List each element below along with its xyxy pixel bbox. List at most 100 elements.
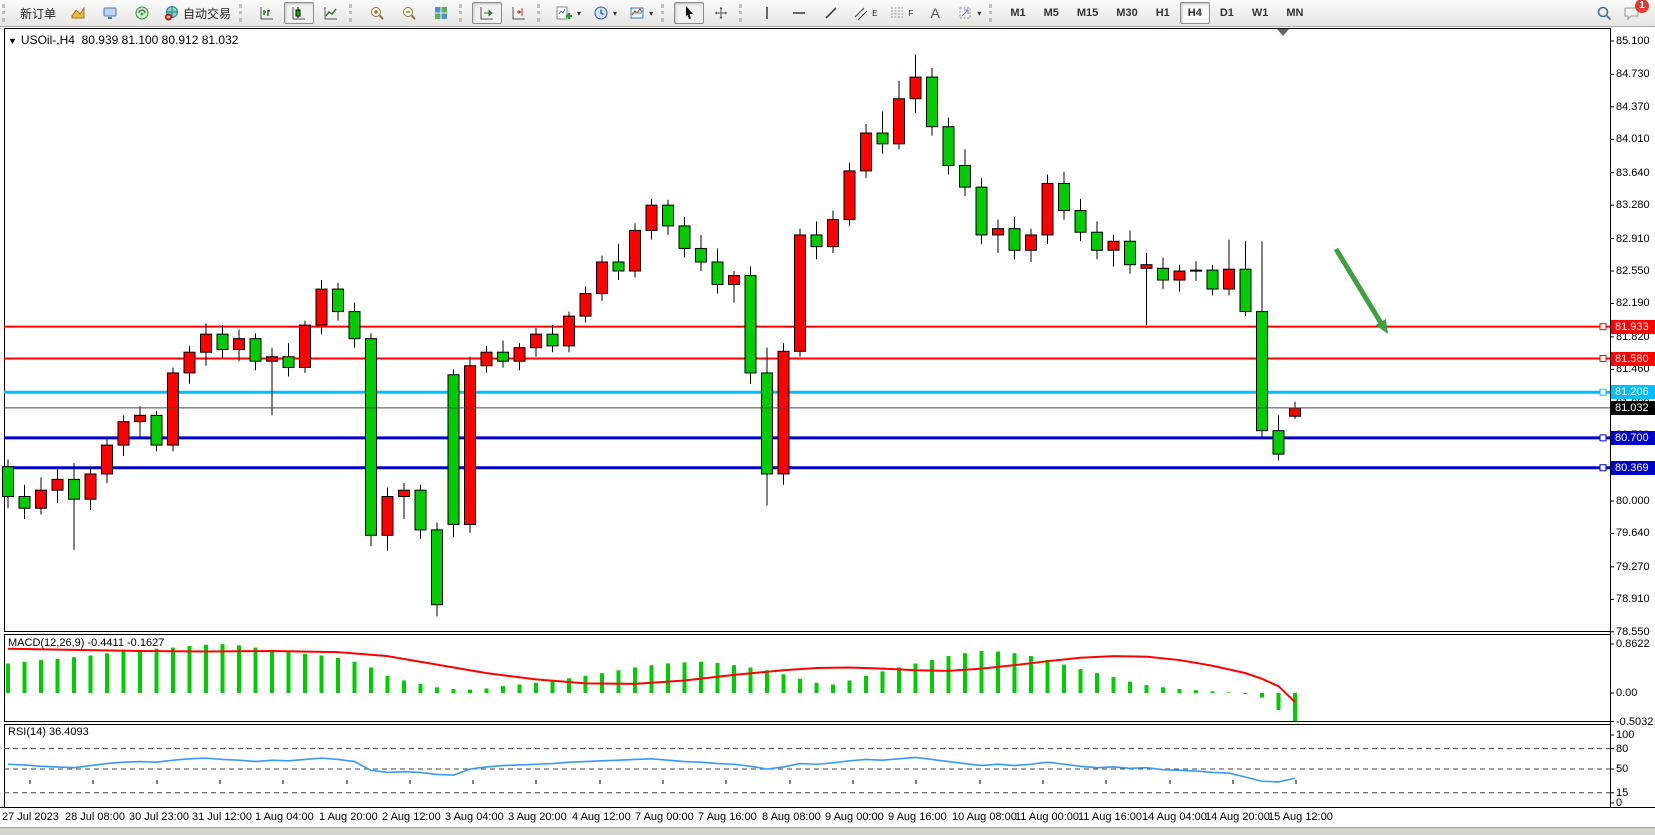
candle-body <box>531 334 542 348</box>
vertical-line-tool-button[interactable] <box>752 2 782 24</box>
candle-body <box>630 230 641 271</box>
crosshair-icon <box>713 5 729 21</box>
toolbar-grip <box>739 4 749 22</box>
candle-body <box>316 289 327 325</box>
time-axis-label: 15 Aug 12:00 <box>1268 811 1333 823</box>
indicators-button[interactable]: ▾ <box>550 2 586 24</box>
candle-body <box>877 133 888 144</box>
axis-tick-label: 82.190 <box>1616 297 1650 309</box>
timeframe-group: M1M5M15M30H1H4D1W1MN <box>1001 2 1312 24</box>
candle-body <box>564 316 575 346</box>
text-tool-icon: A <box>931 5 940 21</box>
price-level-label: 81.933 <box>1611 320 1655 334</box>
time-axis-label: 31 Jul 12:00 <box>192 811 252 823</box>
tile-windows-button[interactable] <box>426 2 456 24</box>
candle-body <box>1158 268 1169 280</box>
timeframe-mn-button[interactable]: MN <box>1278 2 1311 24</box>
auto-trading-icon <box>164 5 180 21</box>
candle-body <box>910 77 921 99</box>
timeframe-h1-button[interactable]: H1 <box>1148 2 1178 24</box>
crosshair-tool-button[interactable] <box>706 2 736 24</box>
candle-body <box>1257 312 1268 431</box>
toolbar-grip <box>349 4 359 22</box>
line-handle <box>1600 324 1606 330</box>
new-order-label: 新订单 <box>20 5 56 22</box>
periods-button[interactable]: ▾ <box>588 2 622 24</box>
candle-body <box>729 276 740 285</box>
rsi-label: RSI(14) 36.4093 <box>8 726 89 738</box>
symbol-label: USOil-,H4 <box>21 33 75 47</box>
trendline-tool-button[interactable] <box>816 2 846 24</box>
axis-tick-label: 100 <box>1616 729 1634 741</box>
timeframe-w1-button[interactable]: W1 <box>1244 2 1277 24</box>
timeframe-m15-button[interactable]: M15 <box>1069 2 1106 24</box>
zoom-out-button[interactable] <box>394 2 424 24</box>
market-watch-button[interactable] <box>63 2 93 24</box>
signals-button[interactable] <box>127 2 157 24</box>
line-chart-mode-button[interactable] <box>316 2 346 24</box>
candle-body <box>1191 270 1202 271</box>
zoom-in-button[interactable] <box>362 2 392 24</box>
equidistant-channel-icon <box>853 5 869 21</box>
axis-tick-label: 50 <box>1616 763 1628 775</box>
line-handle <box>1600 465 1606 471</box>
candle-body <box>1026 235 1037 250</box>
timeframe-h4-button[interactable]: H4 <box>1180 2 1210 24</box>
notifications-button[interactable]: 1 <box>1623 5 1641 21</box>
symbol-dropdown-icon[interactable]: ▼ <box>8 36 17 46</box>
panel-divider[interactable] <box>4 721 1610 725</box>
candlestick-mode-button[interactable] <box>284 2 314 24</box>
horizontal-line-icon <box>791 5 807 21</box>
candlestick-icon <box>291 5 307 21</box>
timeframe-m5-button[interactable]: M5 <box>1036 2 1067 24</box>
toolbar-grip <box>989 4 999 22</box>
time-axis-label: 14 Aug 20:00 <box>1205 811 1270 823</box>
chart-title: ▼USOil-,H4 80.939 81.100 80.912 81.032 <box>8 33 238 47</box>
candle-body <box>976 187 987 235</box>
candle-body <box>663 205 674 226</box>
chart-canvas[interactable] <box>0 27 1655 807</box>
axis-tick-label: 84.370 <box>1616 101 1650 113</box>
vertical-line-icon <box>761 5 773 21</box>
panel-divider[interactable] <box>4 631 1610 635</box>
templates-button[interactable]: ▾ <box>624 2 658 24</box>
search-icon[interactable] <box>1596 5 1613 22</box>
rsi-panel <box>4 749 1610 793</box>
candle-body <box>201 334 212 352</box>
auto-scroll-button[interactable] <box>472 2 502 24</box>
candle-body <box>712 262 723 285</box>
time-axis-label: 28 Jul 08:00 <box>65 811 125 823</box>
chart-shift-button[interactable] <box>504 2 534 24</box>
timeframe-d1-button[interactable]: D1 <box>1212 2 1242 24</box>
zoom-out-icon <box>401 5 417 21</box>
macd-panel <box>8 644 1295 721</box>
time-axis-label: 30 Jul 23:00 <box>129 811 189 823</box>
candle-body <box>646 205 657 230</box>
candle-body <box>498 352 509 361</box>
text-tool-button[interactable]: A <box>920 2 950 24</box>
cursor-tool-button[interactable] <box>674 2 704 24</box>
timeframe-m30-button[interactable]: M30 <box>1108 2 1145 24</box>
time-axis-label: 1 Aug 20:00 <box>319 811 378 823</box>
fibonacci-tool-button[interactable]: F <box>884 2 918 24</box>
arrows-tool-button[interactable]: ▾ <box>952 2 986 24</box>
line-handle <box>1600 389 1606 395</box>
equidistant-channel-tool-button[interactable]: E <box>848 2 882 24</box>
chart-window[interactable]: ▼USOil-,H4 80.939 81.100 80.912 81.032 M… <box>0 27 1655 826</box>
indicators-dropdown-caret: ▾ <box>577 9 581 18</box>
new-order-button[interactable]: 新订单 <box>15 2 61 24</box>
auto-trading-button[interactable]: 自动交易 <box>159 2 236 24</box>
down-arrow-annotation <box>1336 249 1388 334</box>
candle-body <box>234 339 245 350</box>
candle-body <box>1009 229 1020 251</box>
candle-body <box>267 357 278 362</box>
bar-chart-mode-button[interactable] <box>252 2 282 24</box>
axis-tick-label: 82.910 <box>1616 233 1650 245</box>
candle-body <box>679 226 690 249</box>
timeframe-m1-button[interactable]: M1 <box>1002 2 1033 24</box>
candle-body <box>300 325 311 367</box>
candle-body <box>861 133 872 171</box>
tile-windows-icon <box>433 5 449 21</box>
terminal-button[interactable] <box>95 2 125 24</box>
horizontal-line-tool-button[interactable] <box>784 2 814 24</box>
